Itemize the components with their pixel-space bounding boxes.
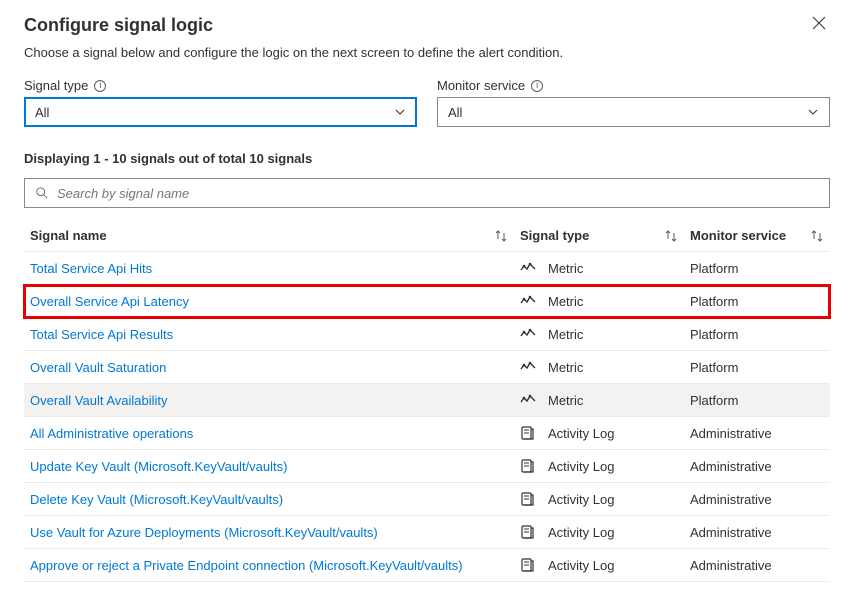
search-icon <box>35 186 49 200</box>
column-header-name[interactable]: Signal name <box>24 220 514 252</box>
column-header-type[interactable]: Signal type <box>514 220 684 252</box>
column-header-type-text: Signal type <box>520 228 589 243</box>
info-icon[interactable]: i <box>94 80 106 92</box>
metric-icon <box>520 326 536 342</box>
signal-name-link[interactable]: Approve or reject a Private Endpoint con… <box>30 558 463 573</box>
signal-name-link[interactable]: Update Key Vault (Microsoft.KeyVault/vau… <box>30 459 287 474</box>
table-row[interactable]: Overall Vault Saturation Metric Platform <box>24 351 830 384</box>
signal-type-label-text: Signal type <box>24 78 88 93</box>
table-row[interactable]: All Administrative operations Activity L… <box>24 417 830 450</box>
table-row[interactable]: Approve or reject a Private Endpoint con… <box>24 549 830 582</box>
search-input[interactable] <box>57 186 819 201</box>
metric-icon <box>520 359 536 375</box>
result-count: Displaying 1 - 10 signals out of total 1… <box>24 151 830 166</box>
table-row[interactable]: Update Key Vault (Microsoft.KeyVault/vau… <box>24 450 830 483</box>
table-row[interactable]: Total Service Api Hits Metric Platform <box>24 252 830 285</box>
signal-type-text: Activity Log <box>548 426 614 441</box>
monitor-service-dropdown[interactable]: All <box>437 97 830 127</box>
metric-icon <box>520 260 536 276</box>
metric-icon <box>520 293 536 309</box>
signal-name-link[interactable]: Overall Vault Saturation <box>30 360 166 375</box>
column-header-name-text: Signal name <box>30 228 107 243</box>
signal-type-dropdown[interactable]: All <box>24 97 417 127</box>
column-header-service[interactable]: Monitor service <box>684 220 830 252</box>
signal-type-text: Metric <box>548 327 583 342</box>
monitor-service-dropdown-value: All <box>448 105 462 120</box>
monitor-service-text: Platform <box>690 393 738 408</box>
signal-type-text: Activity Log <box>548 459 614 474</box>
signal-name-link[interactable]: Delete Key Vault (Microsoft.KeyVault/vau… <box>30 492 283 507</box>
monitor-service-text: Platform <box>690 327 738 342</box>
activity-log-icon <box>520 524 536 540</box>
signal-type-text: Activity Log <box>548 558 614 573</box>
signal-name-link[interactable]: Overall Service Api Latency <box>30 294 189 309</box>
signal-type-label: Signal type i <box>24 78 417 93</box>
sort-icon <box>494 229 508 243</box>
monitor-service-text: Administrative <box>690 426 772 441</box>
activity-log-icon <box>520 458 536 474</box>
signal-name-link[interactable]: Total Service Api Results <box>30 327 173 342</box>
sort-icon <box>810 229 824 243</box>
monitor-service-label-text: Monitor service <box>437 78 525 93</box>
monitor-service-text: Platform <box>690 360 738 375</box>
table-row[interactable]: Delete Key Vault (Microsoft.KeyVault/vau… <box>24 483 830 516</box>
signal-name-link[interactable]: Overall Vault Availability <box>30 393 168 408</box>
table-row[interactable]: Overall Vault Availability Metric Platfo… <box>24 384 830 417</box>
page-subtitle: Choose a signal below and configure the … <box>24 45 830 60</box>
search-box[interactable] <box>24 178 830 208</box>
monitor-service-text: Platform <box>690 261 738 276</box>
signal-type-text: Activity Log <box>548 525 614 540</box>
activity-log-icon <box>520 491 536 507</box>
close-icon[interactable] <box>800 12 830 39</box>
monitor-service-text: Administrative <box>690 525 772 540</box>
signal-type-dropdown-value: All <box>35 105 49 120</box>
column-header-service-text: Monitor service <box>690 228 786 243</box>
signal-name-link[interactable]: Total Service Api Hits <box>30 261 152 276</box>
signal-type-text: Metric <box>548 261 583 276</box>
info-icon[interactable]: i <box>531 80 543 92</box>
signal-type-text: Metric <box>548 393 583 408</box>
signal-type-text: Activity Log <box>548 492 614 507</box>
page-title: Configure signal logic <box>24 15 213 36</box>
metric-icon <box>520 392 536 408</box>
table-row[interactable]: Total Service Api Results Metric Platfor… <box>24 318 830 351</box>
monitor-service-text: Administrative <box>690 492 772 507</box>
monitor-service-text: Administrative <box>690 459 772 474</box>
chevron-down-icon <box>807 106 819 118</box>
monitor-service-text: Platform <box>690 294 738 309</box>
signals-table: Signal name Signal type Monitor service … <box>24 220 830 582</box>
signal-type-text: Metric <box>548 360 583 375</box>
signal-name-link[interactable]: Use Vault for Azure Deployments (Microso… <box>30 525 378 540</box>
activity-log-icon <box>520 557 536 573</box>
table-row[interactable]: Overall Service Api Latency Metric Platf… <box>24 285 830 318</box>
table-row[interactable]: Use Vault for Azure Deployments (Microso… <box>24 516 830 549</box>
signal-type-text: Metric <box>548 294 583 309</box>
activity-log-icon <box>520 425 536 441</box>
monitor-service-text: Administrative <box>690 558 772 573</box>
signal-name-link[interactable]: All Administrative operations <box>30 426 193 441</box>
sort-icon <box>664 229 678 243</box>
monitor-service-label: Monitor service i <box>437 78 830 93</box>
chevron-down-icon <box>394 106 406 118</box>
